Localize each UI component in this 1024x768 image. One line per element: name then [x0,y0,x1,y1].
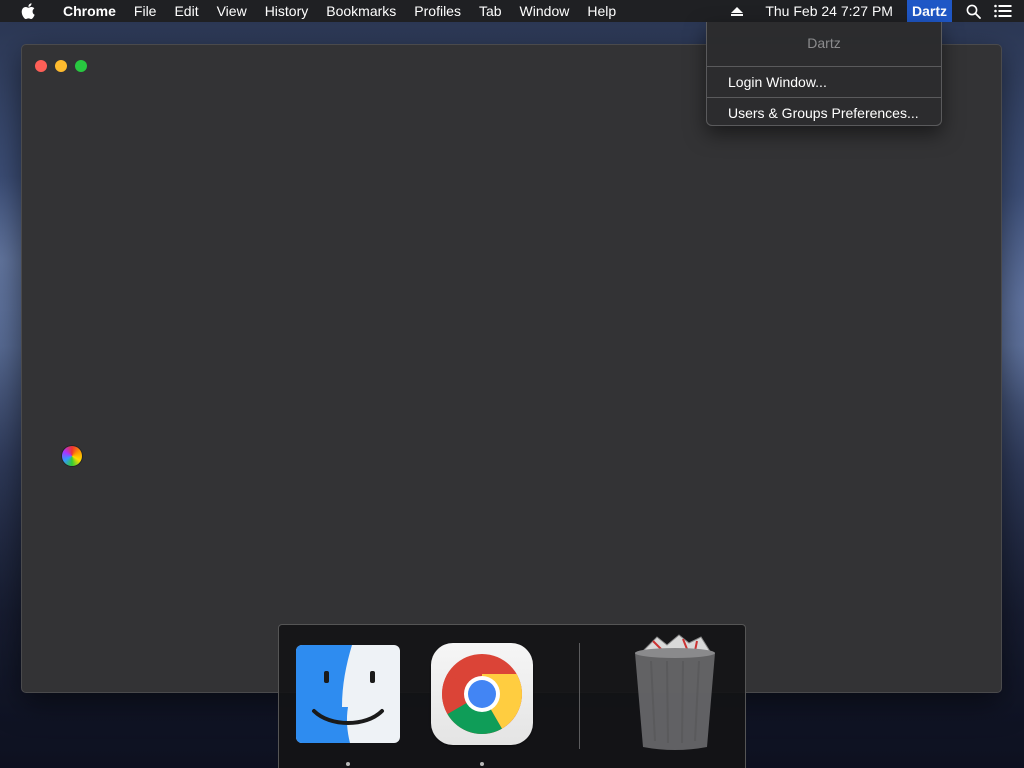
trash-icon[interactable] [627,633,723,753]
chrome-running-indicator [480,762,484,766]
menu-help[interactable]: Help [578,0,625,22]
menu-window[interactable]: Window [511,0,579,22]
spotlight-search-icon[interactable] [962,0,984,22]
chrome-window[interactable] [21,44,1002,693]
dropdown-separator [707,66,941,67]
minimize-window-button[interactable] [55,60,67,72]
dock-separator [579,643,580,749]
user-dropdown-menu: Dartz Login Window... Users & Groups Pre… [706,22,942,126]
window-controls [35,60,87,72]
users-groups-preferences-item[interactable]: Users & Groups Preferences... [707,100,941,126]
menu-view[interactable]: View [208,0,256,22]
menu-bookmarks[interactable]: Bookmarks [317,0,405,22]
spinning-wait-cursor-icon [62,446,82,466]
menu-tab[interactable]: Tab [470,0,511,22]
menu-edit[interactable]: Edit [165,0,207,22]
close-window-button[interactable] [35,60,47,72]
menu-history[interactable]: History [256,0,318,22]
notification-center-icon[interactable] [992,0,1014,22]
dropdown-separator [707,97,941,98]
dropdown-current-user: Dartz [807,35,841,51]
menu-app-name[interactable]: Chrome [54,0,125,22]
maximize-window-button[interactable] [75,60,87,72]
apple-logo-icon[interactable] [20,0,36,22]
menu-profiles[interactable]: Profiles [405,0,470,22]
fast-user-switch-menu[interactable]: Dartz [906,0,952,22]
chrome-icon[interactable] [431,643,533,745]
finder-running-indicator [346,762,350,766]
menubar-clock[interactable]: Thu Feb 24 7:27 PM [765,3,907,19]
login-window-item[interactable]: Login Window... [707,69,941,95]
menu-bar: Chrome File Edit View History Bookmarks … [0,0,1024,22]
eject-icon[interactable] [731,5,744,17]
finder-icon[interactable] [296,645,400,743]
menu-extras: Thu Feb 24 7:27 PM Dartz [731,0,1024,22]
dock [278,624,746,768]
menu-file[interactable]: File [125,0,166,22]
